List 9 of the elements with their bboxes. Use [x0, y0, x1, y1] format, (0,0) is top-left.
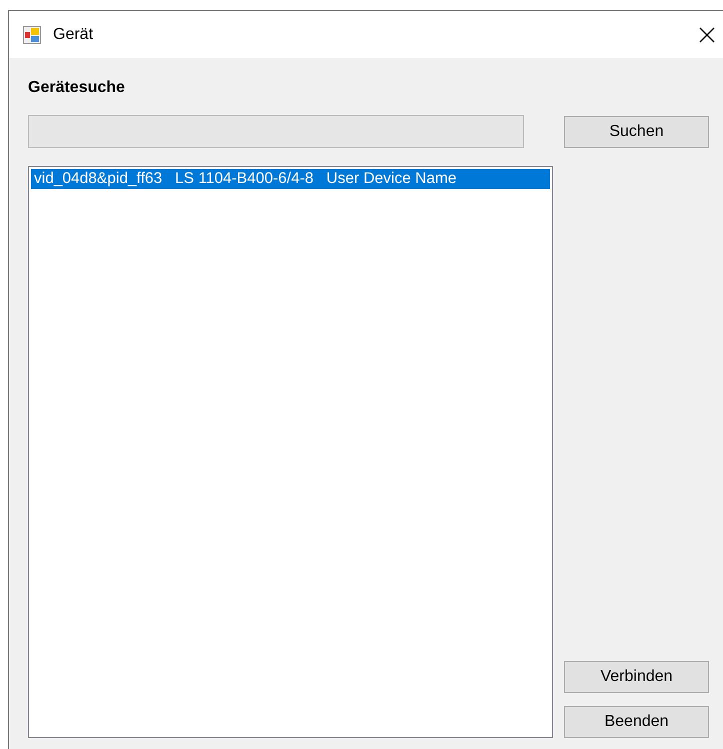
- app-icon: [23, 26, 41, 44]
- section-label: Gerätesuche: [28, 79, 125, 97]
- window-title: Gerät: [53, 26, 94, 44]
- device-list[interactable]: vid_04d8&pid_ff63 LS 1104-B400-6/4-8 User Device Name: [28, 166, 553, 738]
- close-icon[interactable]: [699, 26, 715, 42]
- dialog-button[interactable]: Beenden: [564, 706, 709, 738]
- dialog-button[interactable]: Verbinden: [564, 661, 709, 693]
- search-button[interactable]: Suchen: [564, 116, 709, 148]
- device-item[interactable]: vid_04d8&pid_ff63 LS 1104-B400-6/4-8 User Device Name: [31, 169, 550, 189]
